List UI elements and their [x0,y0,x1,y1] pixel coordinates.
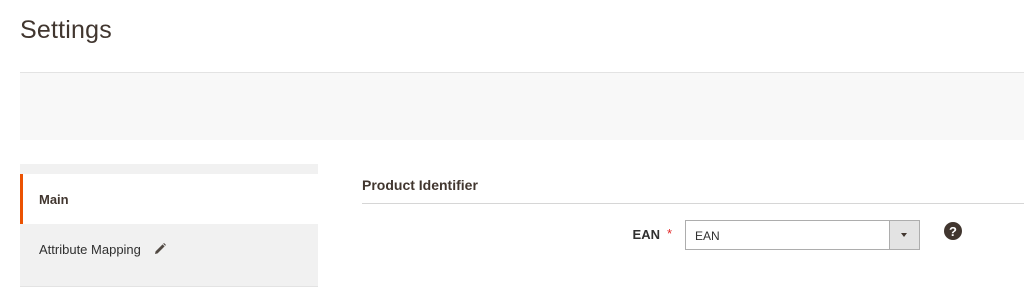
ean-field-label: EAN [632,227,660,242]
chevron-down-icon [901,233,907,237]
tab-attribute-mapping[interactable]: Attribute Mapping [20,224,318,274]
page-actions-bar [20,72,1024,140]
section-title: Product Identifier [362,177,478,193]
tab-attribute-mapping-label: Attribute Mapping [39,241,141,257]
help-icon[interactable]: ? [944,222,962,240]
ean-select-value: EAN [695,229,720,243]
select-toggle[interactable] [889,221,919,249]
section-divider [362,203,1024,204]
settings-sidebar: Main Attribute Mapping [20,164,318,287]
page-title: Settings [20,16,112,44]
required-indicator: * [667,226,673,241]
ean-select[interactable]: EAN [685,220,920,250]
tab-main-label: Main [39,191,69,207]
tab-main[interactable]: Main [20,174,318,224]
pencil-icon [153,242,167,256]
